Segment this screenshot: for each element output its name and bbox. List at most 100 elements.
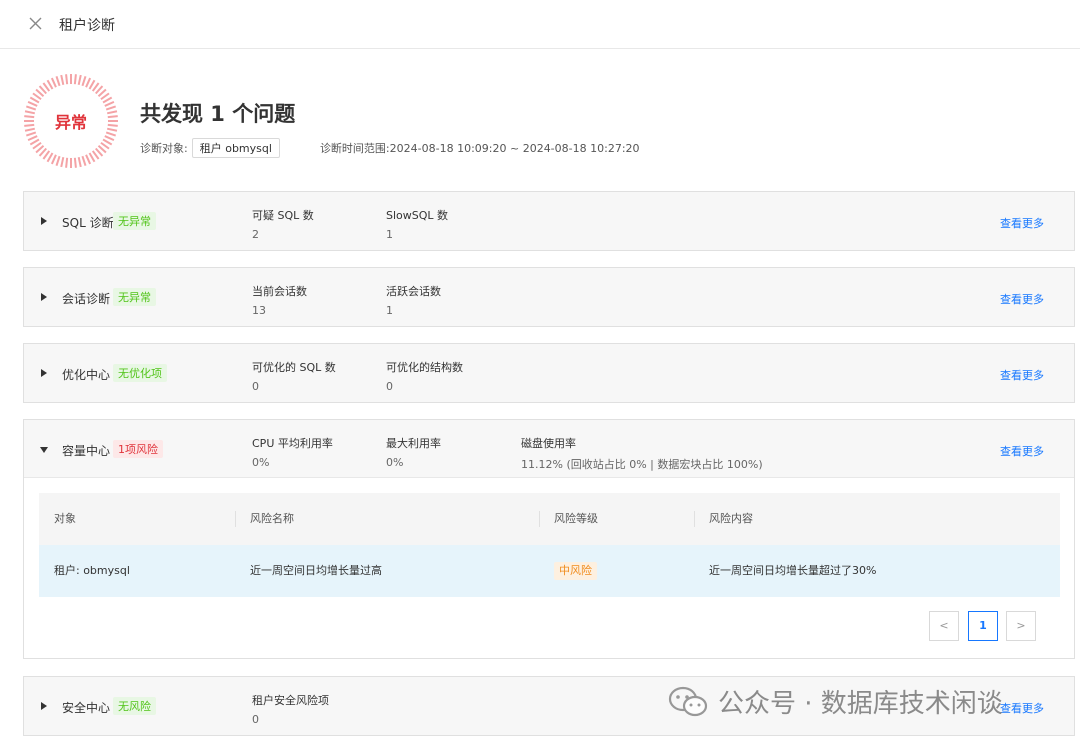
risk-badge: 1项风险 xyxy=(113,440,163,458)
ring-tick xyxy=(65,74,69,85)
metric-label: 可优化的结构数 xyxy=(386,361,463,374)
section-name: 会话诊断 xyxy=(62,292,111,306)
risk-level-badge: 中风险 xyxy=(554,562,597,580)
cell-risk-name: 近一周空间日均增长量过高 xyxy=(250,564,382,577)
ring-tick xyxy=(46,79,54,90)
next-page-button[interactable]: > xyxy=(1006,611,1036,641)
metric-label: 最大利用率 xyxy=(386,437,441,450)
metric-value: 0 xyxy=(386,380,393,393)
metric-value: 11.12% (回收站占比 0% | 数据宏块占比 100%) xyxy=(521,458,763,471)
time-range: 2024-08-18 10:09:20 ~ 2024-08-18 10:27:2… xyxy=(389,141,640,155)
metric: 可优化的结构数 0 xyxy=(386,359,463,393)
optimization-card: 优化中心 无优化项 可优化的 SQL 数 0 可优化的结构数 0 查看更多 xyxy=(23,343,1075,403)
ring-tick xyxy=(55,155,61,167)
metric-value: 1 xyxy=(386,304,393,317)
table-header: 对象 风险名称 风险等级 风险内容 xyxy=(39,493,1060,545)
capacity-body: 对象 风险名称 风险等级 风险内容 租户: obmysql 近一周空间日均增长量… xyxy=(24,478,1074,658)
metric: 可优化的 SQL 数 0 xyxy=(252,359,336,393)
ring-tick xyxy=(104,100,115,107)
section-name: 安全中心 xyxy=(62,701,111,715)
metric: SlowSQL 数 1 xyxy=(386,207,448,241)
ring-tick xyxy=(50,77,57,88)
metric-value: 0 xyxy=(252,380,259,393)
wechat-icon xyxy=(668,686,708,716)
ring-tick xyxy=(50,154,57,165)
caret-right-icon[interactable] xyxy=(40,702,48,710)
ring-tick xyxy=(88,79,96,90)
caret-right-icon[interactable] xyxy=(40,369,48,377)
sql-diagnosis-card: SQL 诊断 无异常 可疑 SQL 数 2 SlowSQL 数 1 查看更多 xyxy=(23,191,1075,251)
metric: CPU 平均利用率 0% xyxy=(252,435,333,469)
metric: 可疑 SQL 数 2 xyxy=(252,207,314,241)
table-row[interactable]: 租户: obmysql 近一周空间日均增长量过高 中风险 近一周空间日均增长量超… xyxy=(39,545,1060,597)
metric-label: SlowSQL 数 xyxy=(386,209,449,222)
status-badge: 无风险 xyxy=(113,697,156,715)
column-divider xyxy=(235,511,236,527)
cell-object: 租户: obmysql xyxy=(54,564,130,577)
column-header: 风险内容 xyxy=(709,512,753,525)
session-diagnosis-card: 会话诊断 无异常 当前会话数 13 活跃会话数 1 查看更多 xyxy=(23,267,1075,327)
caret-right-icon[interactable] xyxy=(40,217,48,225)
summary-meta: 诊断对象: 租户 obmysql 诊断时间范围: 2024-08-18 10:0… xyxy=(140,138,640,158)
view-more-link[interactable]: 查看更多 xyxy=(1000,215,1044,231)
metric-value: 0% xyxy=(386,456,404,469)
page-button-current[interactable]: 1 xyxy=(968,611,998,641)
optimization-header[interactable]: 优化中心 无优化项 可优化的 SQL 数 0 可优化的结构数 0 查看更多 xyxy=(24,344,1074,402)
ring-tick xyxy=(73,157,77,168)
ring-tick xyxy=(81,155,87,167)
metric-label: 租户安全风险项 xyxy=(252,694,329,707)
ring-tick xyxy=(65,157,69,168)
page-title: 租户诊断 xyxy=(59,18,115,34)
metric-value: 1 xyxy=(386,228,393,241)
metric-value: 0 xyxy=(252,713,259,726)
ring-tick xyxy=(77,156,82,168)
sql-diagnosis-header[interactable]: SQL 诊断 无异常 可疑 SQL 数 2 SlowSQL 数 1 查看更多 xyxy=(24,192,1074,250)
metric-value: 0% xyxy=(252,456,270,469)
view-more-link[interactable]: 查看更多 xyxy=(1000,443,1044,459)
summary-headline: 共发现 1 个问题 xyxy=(140,102,296,126)
ring-tick xyxy=(46,152,54,163)
ring-tick xyxy=(77,74,82,86)
top-bar: 租户诊断 xyxy=(0,0,1080,49)
session-diagnosis-header[interactable]: 会话诊断 无异常 当前会话数 13 活跃会话数 1 查看更多 xyxy=(24,268,1074,326)
caret-right-icon[interactable] xyxy=(40,293,48,301)
column-divider xyxy=(539,511,540,527)
metric-label: 当前会话数 xyxy=(252,285,307,298)
ring-tick xyxy=(60,156,65,168)
column-header: 风险等级 xyxy=(554,512,598,525)
column-divider xyxy=(694,511,695,527)
column-header: 风险名称 xyxy=(250,512,294,525)
watermark-text: 公众号 · 数据库技术闲谈 xyxy=(718,689,1003,719)
section-name: SQL 诊断 xyxy=(62,216,114,230)
watermark: 公众号 · 数据库技术闲谈 xyxy=(668,683,1003,720)
cell-risk-content: 近一周空间日均增长量超过了30% xyxy=(709,564,877,577)
view-more-link[interactable]: 查看更多 xyxy=(1000,291,1044,307)
ring-tick xyxy=(102,138,113,146)
metric-value: 13 xyxy=(252,304,266,317)
ring-tick xyxy=(104,135,115,142)
metric: 当前会话数 13 xyxy=(252,283,307,317)
caret-down-icon[interactable] xyxy=(40,446,48,454)
ring-tick xyxy=(29,138,40,146)
risk-table: 对象 风险名称 风险等级 风险内容 租户: obmysql 近一周空间日均增长量… xyxy=(39,493,1060,597)
ring-tick xyxy=(55,75,61,87)
ring-tick xyxy=(73,74,77,85)
view-more-link[interactable]: 查看更多 xyxy=(1000,367,1044,383)
status-text: 异常 xyxy=(54,113,87,132)
target-label: 诊断对象: xyxy=(140,142,188,155)
ring-tick xyxy=(29,96,40,104)
view-more-link[interactable]: 查看更多 xyxy=(1000,700,1044,716)
section-name: 优化中心 xyxy=(62,368,111,382)
capacity-header[interactable]: 容量中心 1项风险 CPU 平均利用率 0% 最大利用率 0% 磁盘使用率 11… xyxy=(24,420,1074,478)
column-header: 对象 xyxy=(54,512,76,525)
ring-tick xyxy=(60,74,65,86)
prev-page-button[interactable]: < xyxy=(929,611,959,641)
target-tag: 租户 obmysql xyxy=(191,138,280,158)
ring-tick xyxy=(27,100,38,107)
metric: 活跃会话数 1 xyxy=(386,283,441,317)
close-icon[interactable] xyxy=(26,14,46,34)
metric-label: 可疑 SQL 数 xyxy=(252,209,314,222)
ring-tick xyxy=(85,154,92,165)
metric-label: CPU 平均利用率 xyxy=(252,437,333,450)
ring-tick xyxy=(27,135,38,142)
